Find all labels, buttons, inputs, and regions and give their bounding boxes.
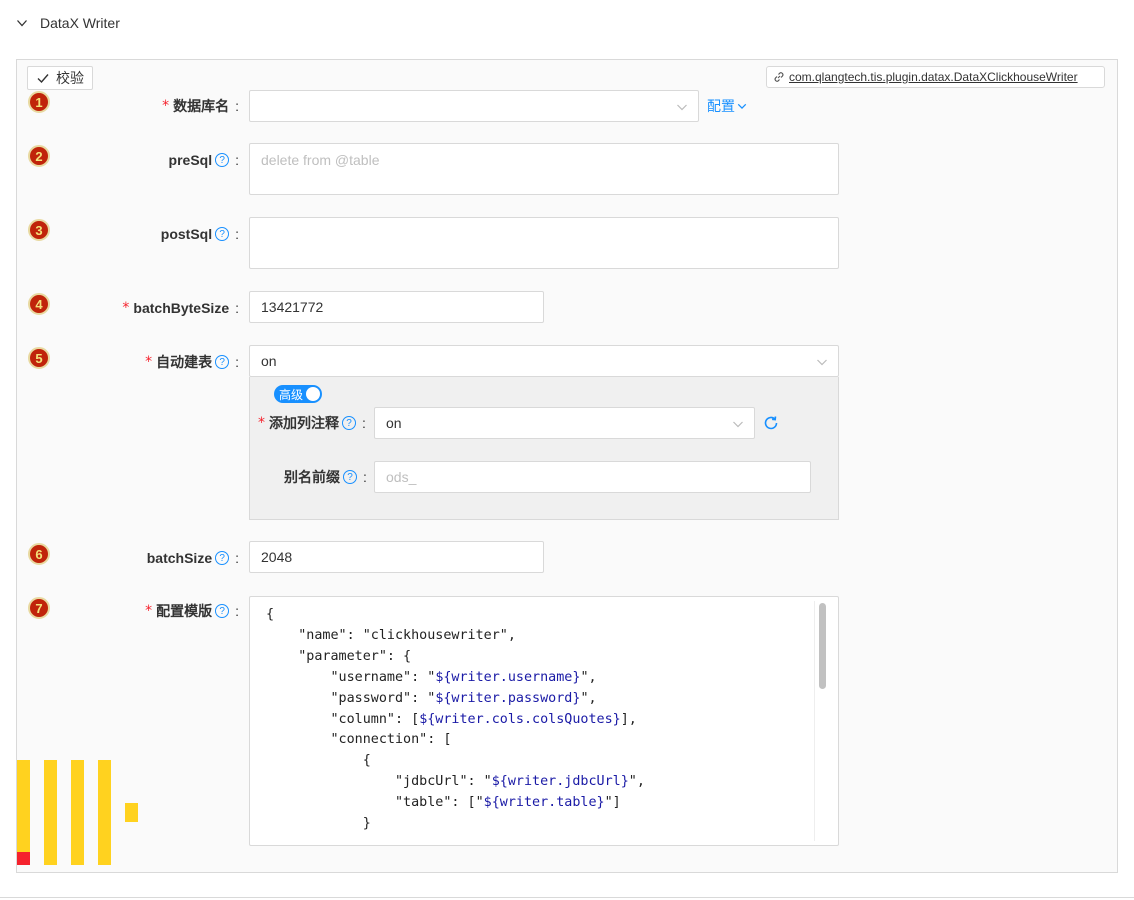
code-line: }	[266, 816, 371, 832]
decorative-bar	[125, 803, 138, 822]
template-code-editor[interactable]: { "name": "clickhousewriter", "parameter…	[249, 596, 839, 846]
batchsize-input[interactable]: 2048	[249, 541, 544, 573]
code-line: "password": "${writer.password}",	[266, 690, 597, 706]
step-badge-7: 7	[28, 597, 50, 619]
link-icon	[774, 72, 784, 82]
template-label: * 配置模版?:	[145, 603, 239, 619]
check-icon	[37, 74, 49, 84]
toggle-knob	[306, 387, 320, 401]
chevron-down-icon	[17, 20, 27, 27]
code-line: "connection": [	[266, 732, 452, 748]
code-line: {	[266, 753, 371, 769]
panel-header[interactable]: DataX Writer	[0, 0, 1134, 46]
writer-form-card: 校验 com.qlangtech.tis.plugin.datax.DataXC…	[16, 59, 1118, 873]
step-badge-6: 6	[28, 543, 50, 565]
step-badge-1: 1	[28, 91, 50, 113]
divider	[0, 897, 1134, 898]
decorative-bar	[98, 760, 111, 865]
postsql-textarea[interactable]	[249, 217, 839, 269]
help-icon[interactable]: ?	[215, 227, 230, 241]
add-comment-label: * 添加列注释?:	[258, 415, 366, 431]
template-code: { "name": "clickhousewriter", "parameter…	[250, 597, 838, 835]
verify-button[interactable]: 校验	[27, 66, 93, 90]
code-line: "name": "clickhousewriter",	[266, 627, 516, 643]
config-dropdown-link[interactable]: 配置	[707, 96, 747, 116]
code-line: "table": ["${writer.table}"]	[266, 795, 621, 811]
dbname-label: * 数据库名:	[162, 98, 239, 114]
refresh-icon[interactable]	[762, 414, 780, 432]
chevron-down-icon	[733, 421, 743, 428]
alias-prefix-label: 别名前缀?:	[284, 469, 367, 485]
presql-label: preSql?:	[168, 152, 239, 168]
advanced-toggle[interactable]: 高级	[274, 385, 322, 403]
step-badge-5: 5	[28, 347, 50, 369]
batchbytesize-input[interactable]: 13421772	[249, 291, 544, 323]
step-badge-4: 4	[28, 293, 50, 315]
presql-textarea[interactable]: delete from @table	[249, 143, 839, 195]
code-line: {	[266, 607, 275, 622]
chevron-down-icon	[677, 104, 687, 111]
decorative-red-block	[17, 852, 30, 865]
decorative-bar	[17, 760, 30, 865]
verify-label: 校验	[56, 70, 84, 86]
plugin-class-text: com.qlangtech.tis.plugin.datax.DataXClic…	[789, 70, 1078, 84]
code-line: "column": [${writer.cols.colsQuotes}],	[266, 711, 637, 727]
alias-prefix-input[interactable]: ods_	[374, 461, 811, 493]
help-icon[interactable]: ?	[215, 153, 230, 167]
code-line: "parameter": {	[266, 648, 412, 664]
step-badge-2: 2	[28, 145, 50, 167]
batchsize-label: batchSize?:	[146, 550, 239, 566]
decorative-bar	[71, 760, 84, 865]
code-line: "jdbcUrl": "${writer.jdbcUrl}",	[266, 774, 645, 790]
decorative-bar	[44, 760, 57, 865]
batchbytesize-label: * batchByteSize:	[122, 300, 239, 316]
panel-title: DataX Writer	[40, 15, 120, 31]
postsql-label: postSql?:	[160, 226, 239, 242]
add-comment-select[interactable]: on	[374, 407, 755, 439]
help-icon[interactable]: ?	[215, 355, 230, 369]
chevron-down-icon	[817, 359, 827, 366]
plugin-class-link[interactable]: com.qlangtech.tis.plugin.datax.DataXClic…	[766, 66, 1105, 88]
step-badge-3: 3	[28, 219, 50, 241]
help-icon[interactable]: ?	[342, 416, 356, 430]
help-icon[interactable]: ?	[343, 470, 357, 484]
help-icon[interactable]: ?	[215, 551, 230, 565]
dbname-select[interactable]	[249, 90, 699, 122]
code-scrollbar[interactable]	[814, 601, 828, 841]
code-line: "username": "${writer.username}",	[266, 669, 597, 685]
autocreate-label: * 自动建表?:	[145, 354, 239, 370]
autocreate-select[interactable]: on	[249, 345, 839, 377]
scrollbar-thumb[interactable]	[819, 603, 826, 689]
advanced-panel: 高级 * 添加列注释?: on 别名前缀?: ods_	[249, 377, 839, 520]
chevron-down-icon	[737, 103, 747, 109]
help-icon[interactable]: ?	[215, 604, 230, 618]
